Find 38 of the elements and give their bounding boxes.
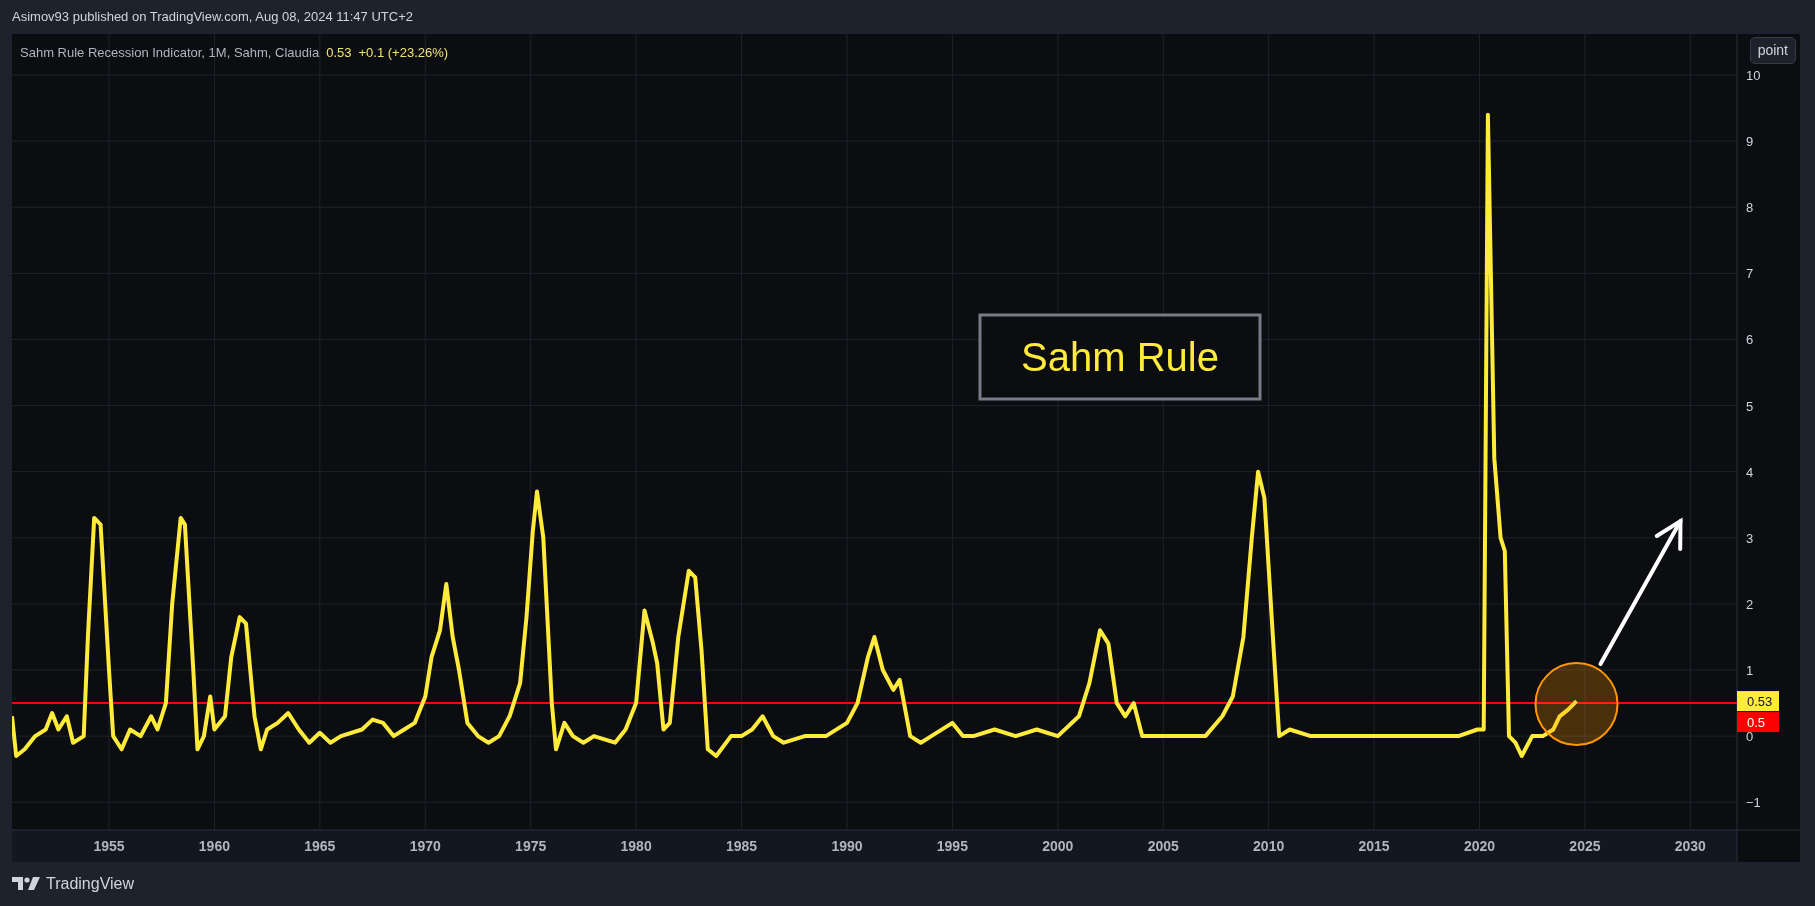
axis-tick-label: 2015 [1358,838,1390,854]
indicator-legend-title: Sahm Rule Recession Indicator, 1M, Sahm, Claudia [20,44,320,62]
price-label: 0.53 [1747,694,1773,710]
axis-tick-label: 3 [1746,530,1754,546]
axis-tick-label: 2000 [1042,838,1074,854]
indicator-change: +0.1 (+23.26%) [358,44,449,62]
scale-mode-button[interactable]: point [1749,37,1796,64]
axis-tick-label: 1970 [409,838,441,854]
axis-tick-label: 9 [1746,134,1754,150]
axis-tick-label: 2010 [1253,838,1285,854]
axis-tick-label: 1965 [304,838,336,854]
axis-tick-label: 1960 [198,838,230,854]
axis-tick-label: 1980 [620,838,652,854]
indicator-value: 0.53 [326,44,352,62]
axis-tick-label: 0 [1746,729,1754,745]
axis-tick-label: 8 [1746,200,1754,216]
axis-tick-label: 1985 [725,838,758,854]
axis-tick-label: 1995 [936,838,968,854]
price-label: 0.5 [1747,715,1766,731]
axis-tick-label: 10 [1746,68,1761,83]
axis-tick-label: 1955 [93,838,125,854]
axis-tick-label: 5 [1746,398,1754,414]
axis-tick-label: 1990 [831,838,863,854]
axis-tick-label: 7 [1746,266,1754,282]
axis-tick-label: 2 [1746,596,1754,612]
axis-tick-label: 2020 [1463,838,1496,854]
axis-tick-label: 2025 [1569,838,1601,854]
axis-tick-label: 6 [1746,332,1754,348]
logo-icon [12,877,40,891]
publish-info: Asimov93 published on TradingView.com, Aug 08, 2024 11:47 UTC+2 [12,8,413,27]
axis-tick-label: −1 [1746,795,1761,811]
axis-tick-label: 2030 [1674,838,1706,854]
axis-tick-label: 2005 [1147,838,1179,854]
brand-name: TradingView [46,874,135,894]
axis-tick-label: 1 [1746,663,1754,678]
axis-tick-label: 4 [1746,464,1754,480]
axis-tick-label: 1975 [515,838,547,854]
chart-annotation-text: Sahm Rule [1021,335,1219,379]
